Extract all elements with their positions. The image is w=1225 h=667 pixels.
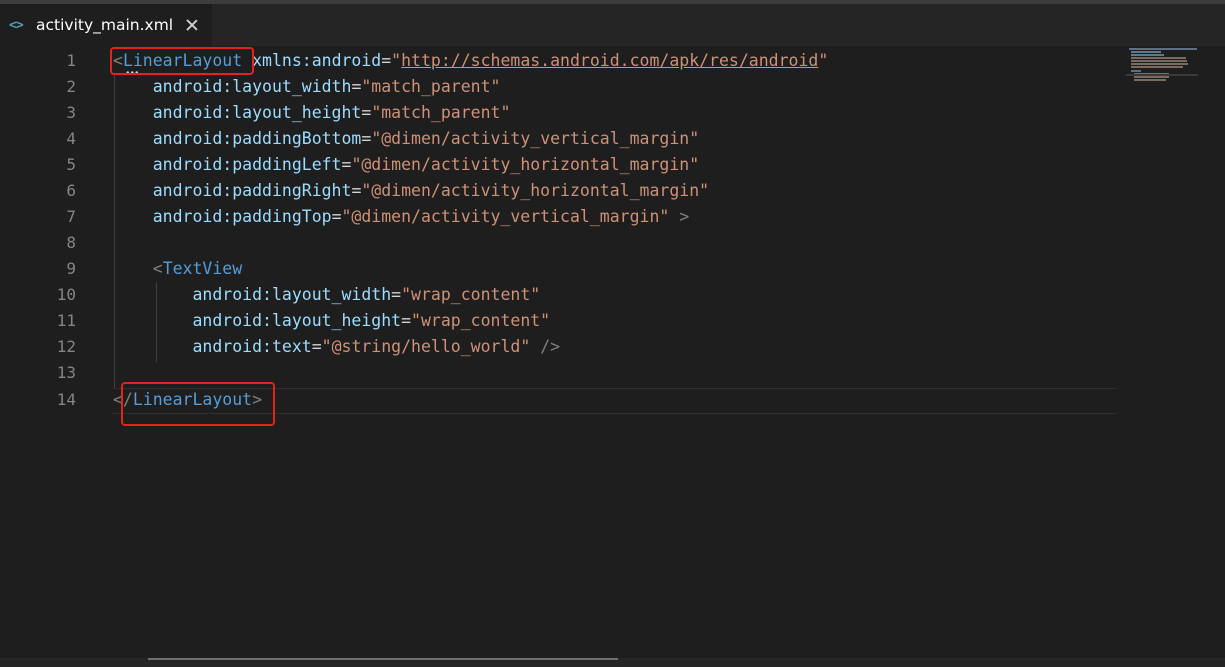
attribute-name: android:text bbox=[192, 337, 312, 356]
attribute-name: android:layout_width bbox=[152, 77, 352, 96]
minimap-line bbox=[1131, 66, 1183, 68]
minimap-line bbox=[1131, 70, 1141, 72]
equals-sign: = bbox=[361, 103, 372, 122]
attribute-value: "@string/hello_world" bbox=[321, 337, 531, 356]
equals-sign: = bbox=[331, 207, 342, 226]
code-line-10: android:layout_width="wrap_content" bbox=[113, 282, 540, 308]
quote: " bbox=[391, 51, 402, 70]
line-number: 4 bbox=[66, 129, 76, 148]
attribute-value: "@dimen/activity_vertical_margin" bbox=[371, 129, 700, 148]
code-editor[interactable]: 1 2 3 4 5 6 7 8 9 10 11 12 13 14 <Linear… bbox=[0, 46, 1225, 658]
minimap-line bbox=[1131, 54, 1164, 56]
close-bracket: > bbox=[669, 207, 690, 226]
minimap-line bbox=[1131, 63, 1188, 65]
attribute-value: "match_parent" bbox=[361, 77, 501, 96]
minimap-line bbox=[1134, 79, 1166, 81]
code-line-6: android:paddingRight="@dimen/activity_ho… bbox=[113, 178, 709, 204]
minimap-line bbox=[1131, 51, 1161, 53]
attribute-value: "@dimen/activity_vertical_margin" bbox=[341, 207, 670, 226]
open-bracket: < bbox=[152, 259, 163, 278]
highlight-box-closing-tag bbox=[121, 382, 275, 426]
minimap-line bbox=[1129, 48, 1197, 50]
attribute-value: "@dimen/activity_horizontal_margin" bbox=[351, 155, 700, 174]
line-number: 7 bbox=[66, 207, 76, 226]
line-number: 5 bbox=[66, 155, 76, 174]
equals-sign: = bbox=[351, 77, 362, 96]
line-number: 3 bbox=[66, 103, 76, 122]
attribute-name: android:paddingBottom bbox=[152, 129, 362, 148]
attribute-name: android:paddingLeft bbox=[152, 155, 342, 174]
line-number: 14 bbox=[56, 390, 76, 409]
equals-sign: = bbox=[401, 311, 412, 330]
editor-window: <> activity_main.xml 1 2 3 4 5 6 7 8 9 1… bbox=[0, 0, 1225, 667]
attribute-value: "match_parent" bbox=[371, 103, 511, 122]
tab-activity-main-xml[interactable]: <> activity_main.xml bbox=[0, 4, 212, 46]
tab-bar: <> activity_main.xml bbox=[0, 4, 1225, 46]
equals-sign: = bbox=[381, 51, 392, 70]
code-line-3: android:layout_height="match_parent" bbox=[113, 100, 511, 126]
attribute-name: android:layout_width bbox=[192, 285, 392, 304]
tab-title: activity_main.xml bbox=[36, 16, 174, 34]
tag-name: TextView bbox=[162, 259, 243, 278]
code-line-7: android:paddingTop="@dimen/activity_vert… bbox=[113, 204, 689, 230]
namespace-link[interactable]: http://schemas.android.com/apk/res/andro… bbox=[401, 51, 818, 70]
attribute-name: android:layout_height bbox=[192, 311, 402, 330]
minimap-line bbox=[1131, 60, 1187, 62]
attribute-value: "wrap_content" bbox=[401, 285, 541, 304]
attribute-value: "wrap_content" bbox=[411, 311, 551, 330]
minimap[interactable] bbox=[1126, 46, 1211, 86]
attribute-value: "@dimen/activity_horizontal_margin" bbox=[361, 181, 710, 200]
code-line-9: <TextView bbox=[113, 256, 242, 282]
highlight-box-opening-tag bbox=[110, 47, 254, 75]
attribute-name: android:paddingRight bbox=[152, 181, 352, 200]
minimap-line bbox=[1134, 76, 1169, 78]
equals-sign: = bbox=[351, 181, 362, 200]
close-icon[interactable] bbox=[184, 17, 200, 33]
line-number: 11 bbox=[56, 311, 76, 330]
minimap-line bbox=[1131, 57, 1186, 59]
equals-sign: = bbox=[391, 285, 402, 304]
xml-file-icon: <> bbox=[9, 17, 24, 33]
self-close-bracket: /> bbox=[530, 337, 561, 356]
horizontal-scrollbar[interactable] bbox=[0, 658, 1225, 667]
equals-sign: = bbox=[361, 129, 372, 148]
scrollbar-thumb[interactable] bbox=[148, 658, 618, 660]
attribute-name: android:paddingTop bbox=[152, 207, 332, 226]
attribute-name: android:layout_height bbox=[152, 103, 362, 122]
code-line-12: android:text="@string/hello_world" /> bbox=[113, 334, 560, 360]
quote: " bbox=[818, 51, 829, 70]
code-line-11: android:layout_height="wrap_content" bbox=[113, 308, 550, 334]
equals-sign: = bbox=[341, 155, 352, 174]
code-line-5: android:paddingLeft="@dimen/activity_hor… bbox=[113, 152, 699, 178]
line-number: 9 bbox=[66, 259, 76, 278]
line-number: 2 bbox=[66, 77, 76, 96]
line-number: 10 bbox=[56, 285, 76, 304]
line-number: 8 bbox=[66, 233, 76, 252]
line-number: 12 bbox=[56, 337, 76, 356]
code-line-2: android:layout_width="match_parent" bbox=[113, 74, 501, 100]
line-number: 1 bbox=[66, 51, 76, 70]
minimap-viewport[interactable] bbox=[1126, 74, 1198, 76]
attribute-name: xmlns:android bbox=[252, 51, 382, 70]
line-number: 6 bbox=[66, 181, 76, 200]
equals-sign: = bbox=[311, 337, 322, 356]
line-number: 13 bbox=[56, 363, 76, 382]
code-line-4: android:paddingBottom="@dimen/activity_v… bbox=[113, 126, 699, 152]
